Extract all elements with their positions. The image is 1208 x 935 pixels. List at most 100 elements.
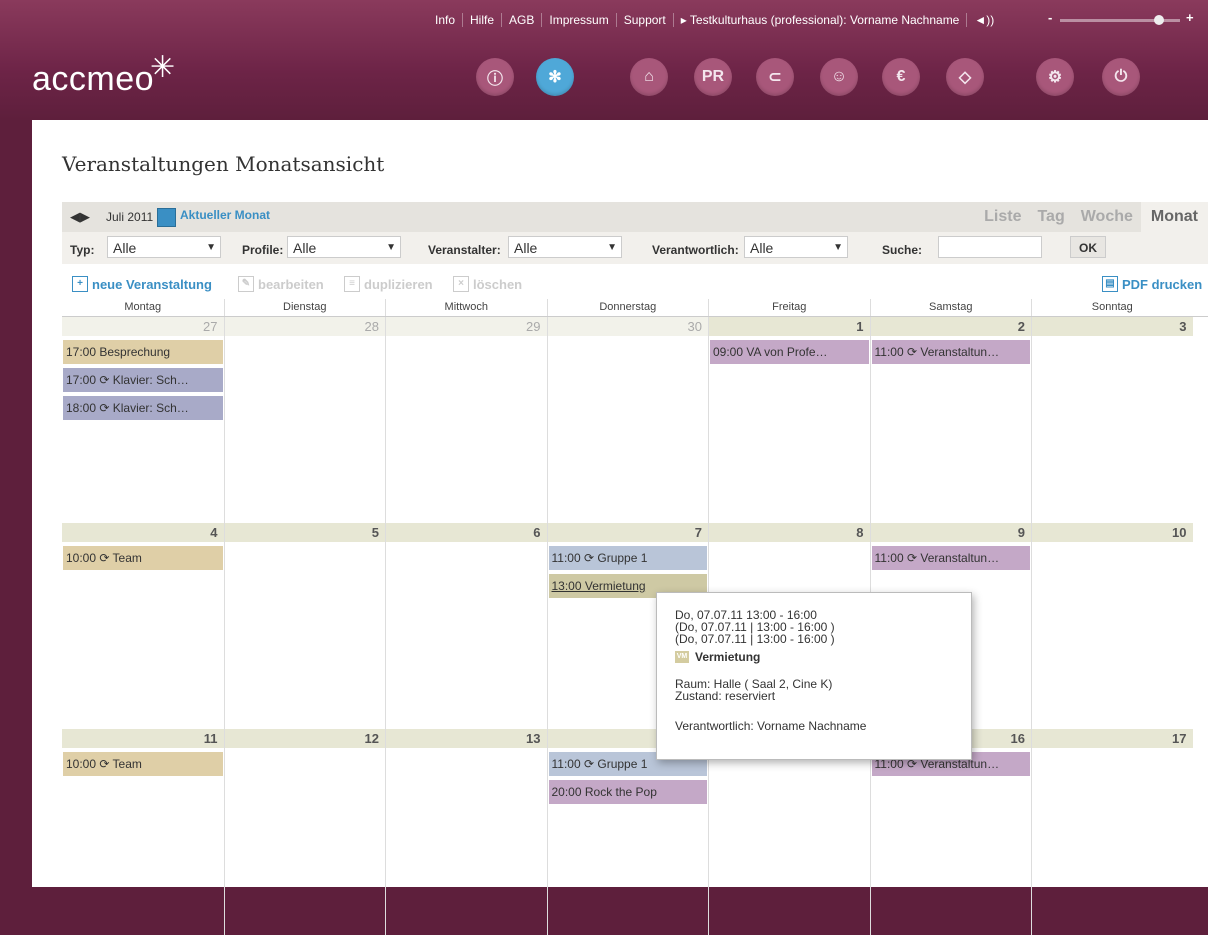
pdf-print-label: PDF drucken (1122, 276, 1203, 292)
volume-icon[interactable]: ◄)) (966, 13, 1001, 27)
ok-button[interactable]: OK (1070, 236, 1106, 258)
day-number: 17 (1032, 729, 1193, 748)
pdf-print-button[interactable]: ▤ PDF drucken (1102, 276, 1202, 292)
veranstalter-value: Alle (514, 240, 538, 256)
month-calendar: Montag Dienstag Mittwoch Donnerstag Freitag S… (62, 299, 1208, 935)
profile-select[interactable]: Alle ▼ (287, 236, 401, 258)
day-number: 11 (62, 729, 224, 748)
calendar-week-row: 4 10:00 ⟳ Team 5 6 7 11:00 ⟳ Gruppe 1 13:00 Ve… (62, 523, 1208, 729)
event-type-badge: VM (675, 651, 689, 663)
calendar-event[interactable]: 11:00 ⟳ Gruppe 1 (548, 546, 707, 570)
add-event-icon: + (72, 276, 88, 292)
calendar-day-cell[interactable]: 27 17:00 Besprechung 17:00 ⟳ Klavier: Sch…… (62, 317, 224, 523)
day-number: 6 (386, 523, 547, 542)
tag-icon[interactable]: ◇ (946, 58, 984, 96)
delete-button[interactable]: × löschen (453, 276, 522, 292)
calendar-day-cell[interactable]: 29 (385, 317, 547, 523)
pr-icon[interactable]: PR (694, 58, 732, 96)
volume-minus[interactable]: - (1048, 10, 1052, 25)
weekday-header: Montag Dienstag Mittwoch Donnerstag Freitag S… (62, 299, 1208, 317)
edit-button[interactable]: ✎ bearbeiten (238, 276, 324, 292)
calendar-day-cell[interactable]: 10 (1031, 523, 1193, 729)
calendar-event[interactable]: 11:00 ⟳ Veranstaltun… (871, 546, 1030, 570)
power-icon[interactable]: ⏻ (1102, 58, 1140, 96)
nav-link-support[interactable]: Support (615, 13, 673, 27)
calendar-week-row: 1110:00 ⟳ Team12131411:00 ⟳ Gruppe 120:0… (62, 729, 1208, 935)
top-nav: Info Hilfe AGB Impressum Support ▸ Testk… (428, 8, 1001, 32)
calendar-day-cell[interactable]: 3 (1031, 317, 1193, 523)
logo-mark-icon: ✳ (150, 51, 176, 84)
chevron-down-icon: ▼ (607, 242, 617, 253)
calendar-day-cell[interactable]: 2 11:00 ⟳ Veranstaltun… (869, 317, 1031, 523)
typ-select[interactable]: Alle ▼ (107, 236, 221, 258)
calendar-event[interactable]: 10:00 ⟳ Team (63, 752, 223, 776)
new-event-label: neue Veranstaltung (92, 276, 212, 292)
calendar-day-cell[interactable]: 13 (385, 729, 547, 935)
weekday-header-cell: Donnerstag (546, 299, 709, 316)
settings-icon[interactable]: ⚙ (1036, 58, 1074, 96)
calendar-day-cell[interactable]: 1 09:00 VA von Profe… (708, 317, 870, 523)
volume-plus[interactable]: + (1186, 10, 1194, 25)
calendar-day-cell[interactable]: 11 10:00 ⟳ Team (62, 729, 224, 935)
logo: accmeo (32, 60, 155, 98)
home-icon[interactable]: ⌂ (630, 58, 668, 96)
calendar-event[interactable]: 17:00 ⟳ Klavier: Sch… (63, 368, 223, 392)
day-number: 29 (386, 317, 547, 336)
calendar-day-cell[interactable]: 5 (223, 523, 385, 729)
calendar-event[interactable]: 18:00 ⟳ Klavier: Sch… (63, 396, 223, 420)
chevron-down-icon: ▼ (386, 242, 396, 253)
day-number: 27 (62, 317, 224, 336)
new-event-button[interactable]: + neue Veranstaltung (72, 276, 212, 292)
calendar-event[interactable]: 10:00 ⟳ Team (63, 546, 223, 570)
calendar-day-cell[interactable]: 12 (223, 729, 385, 935)
chevron-down-icon: ▼ (206, 242, 216, 253)
edit-icon: ✎ (238, 276, 254, 292)
view-tab-tag[interactable]: Tag (1029, 202, 1072, 232)
tooltip-date-detail: (Do, 07.07.11 | 13:00 - 16:00 ) (675, 632, 835, 646)
people-icon[interactable]: ☺ (820, 58, 858, 96)
volume-slider[interactable] (1060, 15, 1180, 25)
printer-icon: ▤ (1102, 276, 1118, 292)
day-number: 28 (224, 317, 385, 336)
current-month-link[interactable]: Aktueller Monat (180, 208, 270, 222)
weekday-header-cell: Freitag (708, 299, 870, 316)
calendar-day-cell[interactable]: 6 (385, 523, 547, 729)
calendar-event[interactable]: 17:00 Besprechung (63, 340, 223, 364)
info-icon[interactable]: ⓘ (476, 58, 514, 96)
duplicate-icon: ≡ (344, 276, 360, 292)
view-tab-monat[interactable]: Monat (1140, 202, 1208, 232)
calendar-day-cell[interactable]: 17 (1031, 729, 1193, 935)
verantwortlich-select[interactable]: Alle ▼ (744, 236, 848, 258)
day-number: 12 (224, 729, 385, 748)
view-tab-woche[interactable]: Woche (1073, 202, 1141, 232)
calendar-day-cell[interactable]: 28 (223, 317, 385, 523)
events-icon[interactable]: ✻ (536, 58, 574, 96)
veranstalter-select[interactable]: Alle ▼ (508, 236, 622, 258)
calendar-day-cell[interactable]: 4 10:00 ⟳ Team (62, 523, 224, 729)
calendar-event[interactable]: 09:00 VA von Profe… (710, 340, 869, 364)
edit-label: bearbeiten (258, 276, 324, 292)
volume-knob[interactable] (1153, 15, 1164, 25)
account-menu[interactable]: ▸ Testkulturhaus (professional): Vorname… (672, 13, 967, 27)
day-number: 4 (62, 523, 224, 542)
calendar-event[interactable]: 11:00 ⟳ Veranstaltun… (871, 340, 1030, 364)
duplicate-button[interactable]: ≡ duplizieren (344, 276, 433, 292)
day-number: 2 (870, 317, 1031, 336)
nav-link-impressum[interactable]: Impressum (541, 13, 615, 27)
day-number: 5 (224, 523, 385, 542)
header: Info Hilfe AGB Impressum Support ▸ Testk… (0, 0, 1208, 120)
nav-link-info[interactable]: Info (428, 13, 462, 27)
day-number: 3 (1032, 317, 1193, 336)
nav-link-agb[interactable]: AGB (501, 13, 541, 27)
attachment-icon[interactable]: ⊂ (756, 58, 794, 96)
search-input[interactable] (938, 236, 1042, 258)
calendar-event[interactable]: 20:00 Rock the Pop (548, 780, 707, 804)
calendar-icon[interactable] (157, 208, 176, 227)
nav-link-hilfe[interactable]: Hilfe (462, 13, 501, 27)
view-tab-liste[interactable]: Liste (976, 202, 1029, 232)
euro-icon[interactable]: € (882, 58, 920, 96)
month-nav-arrows-icon[interactable]: ◀▶ (70, 209, 90, 225)
calendar-day-cell[interactable]: 30 (546, 317, 708, 523)
weekday-header-cell: Mittwoch (385, 299, 547, 316)
tooltip-responsible: Verantwortlich: Vorname Nachname (675, 719, 867, 733)
